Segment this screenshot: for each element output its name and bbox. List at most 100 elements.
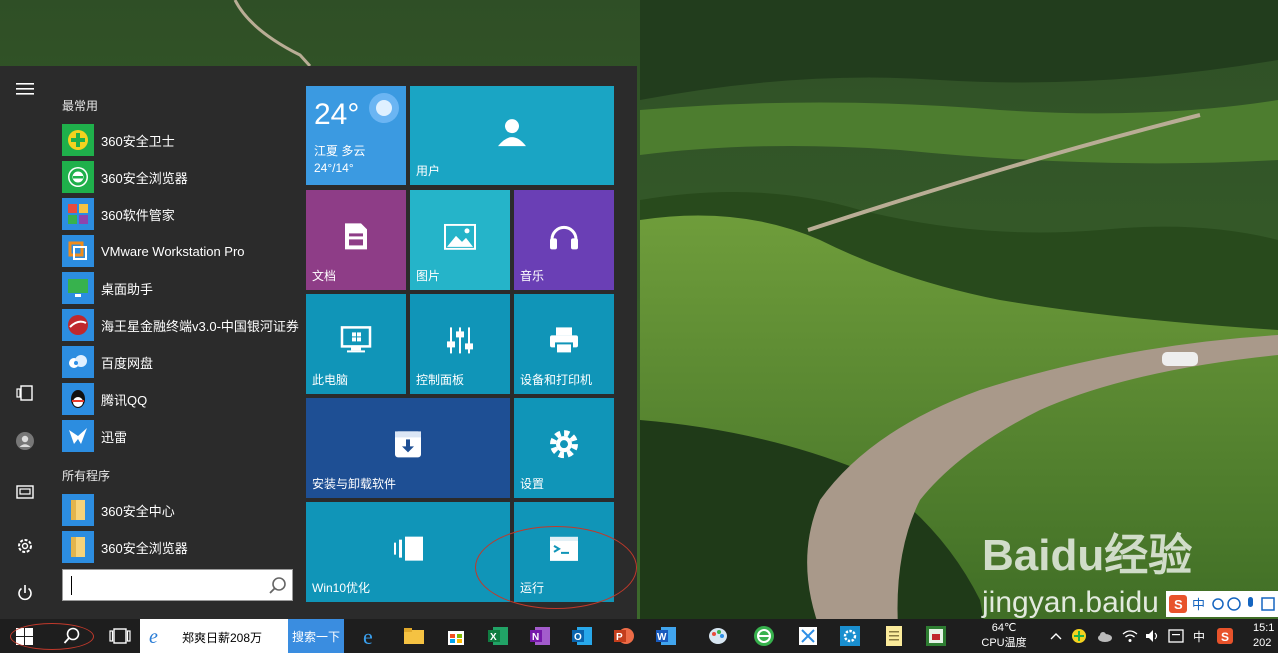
weather-range: 24°/14° <box>314 161 354 175</box>
all-programs-heading: 所有程序 <box>62 469 111 483</box>
file-explorer-icon[interactable] <box>398 619 430 653</box>
neptune-finance-icon <box>62 309 94 341</box>
settings-icon[interactable] <box>10 531 40 561</box>
windows-logo-icon[interactable] <box>8 619 40 653</box>
devices-printers-tile[interactable]: 设备和打印机 <box>514 294 614 394</box>
text-caret <box>71 576 72 595</box>
music-tile[interactable]: 音乐 <box>514 190 614 290</box>
control-panel-tile[interactable]: 控制面板 <box>410 294 510 394</box>
search-go-button[interactable]: 搜索一下 <box>288 619 344 653</box>
notepad-icon[interactable] <box>878 619 910 653</box>
svg-text:e: e <box>363 625 373 647</box>
sliders-icon <box>447 327 473 354</box>
app-item-360-browser[interactable]: 360安全浏览器 <box>62 160 296 194</box>
360-browser-icon <box>62 161 94 193</box>
photo-app-icon[interactable] <box>920 619 952 653</box>
win10-optimize-tile[interactable]: Win10优化 <box>306 502 510 602</box>
vmware-icon <box>62 235 94 267</box>
thunder-bird-icon <box>62 420 94 452</box>
volume-icon[interactable] <box>1143 619 1163 653</box>
svg-text:N: N <box>532 632 539 643</box>
wifi-icon[interactable] <box>1120 619 1140 653</box>
svg-text:S: S <box>1221 630 1229 644</box>
settings-tile[interactable]: 设置 <box>514 398 614 498</box>
document-icon <box>345 223 367 250</box>
svg-text:jingyan.baidu: jingyan.baidu <box>981 586 1159 619</box>
app-item-360-software-manager[interactable]: 360软件管家 <box>62 197 296 231</box>
ime-indicator[interactable]: 中 <box>1189 619 1209 653</box>
gear-icon <box>550 430 578 459</box>
folder-icon <box>62 494 94 526</box>
app-item-360-browser-folder[interactable]: 360安全浏览器 <box>62 530 296 564</box>
svg-text:S: S <box>1174 597 1183 612</box>
svg-text:Baidu经验: Baidu经验 <box>982 531 1192 580</box>
documents-icon[interactable] <box>10 477 40 507</box>
start-search-input[interactable] <box>62 569 293 601</box>
monitor-icon <box>340 326 372 353</box>
run-tile[interactable]: 运行 <box>514 502 614 602</box>
paint-icon[interactable] <box>702 619 734 653</box>
cloud-tray-icon[interactable] <box>1095 619 1115 653</box>
terminal-icon <box>550 536 578 561</box>
svg-text:中: 中 <box>1192 598 1205 613</box>
cpu-temperature: 64℃ CPU温度 <box>981 622 1027 649</box>
word-icon[interactable]: W <box>650 619 682 653</box>
magnifier-icon[interactable] <box>268 576 288 596</box>
action-center-icon[interactable] <box>1166 619 1186 653</box>
app-item-360-security-center[interactable]: 360安全中心 <box>62 493 296 527</box>
outlook-icon[interactable]: O <box>566 619 598 653</box>
360-tray-icon[interactable] <box>1069 619 1089 653</box>
taskbar: e 郑爽日薪208万 搜索一下 e X N O P W 64℃ CPU温度 中 … <box>0 619 1278 653</box>
optimize-icon <box>394 536 423 561</box>
powerpoint-icon[interactable]: P <box>608 619 640 653</box>
app-item-360-safe-guard[interactable]: 360安全卫士 <box>62 123 296 157</box>
control-panel-icon[interactable] <box>834 619 866 653</box>
chevron-up-icon[interactable] <box>1047 619 1065 653</box>
power-icon[interactable] <box>10 578 40 608</box>
app-item-neptune-finance[interactable]: 海王星金融终端v3.0-中国银河证券 <box>62 308 299 342</box>
sogou-s-icon[interactable]: S <box>1214 619 1236 653</box>
ime-toolbar[interactable]: S 中 <box>1166 591 1278 617</box>
360-safe-guard-icon <box>62 124 94 156</box>
headphones-icon <box>550 225 578 250</box>
sun-icon <box>369 93 399 123</box>
app-item-thunder[interactable]: 迅雷 <box>62 419 296 453</box>
qq-penguin-icon <box>62 383 94 415</box>
start-menu: 最常用 360安全卫士 360安全浏览器 360软件管家 VMware Work… <box>0 66 637 619</box>
box-download-icon <box>395 431 421 458</box>
weather-temperature: 24° <box>314 98 360 131</box>
start-menu-rail <box>0 66 50 619</box>
system-clock[interactable]: 15:1 202 <box>1253 621 1274 651</box>
pictures-tile[interactable]: 图片 <box>410 190 510 290</box>
360-software-manager-icon <box>62 198 94 230</box>
svg-text:P: P <box>616 632 623 643</box>
edge-icon[interactable]: e <box>356 619 388 653</box>
ie-icon: e <box>149 626 158 646</box>
app-item-desktop-assistant[interactable]: 桌面助手 <box>62 271 296 305</box>
browser-search-box[interactable]: e 郑爽日薪208万 <box>140 619 288 653</box>
user-tile[interactable]: 用户 <box>410 86 614 185</box>
store-icon[interactable] <box>440 619 472 653</box>
weather-tile[interactable]: 24° 江夏 多云 24°/14° <box>306 86 406 185</box>
desktop-assistant-icon <box>62 272 94 304</box>
onenote-icon[interactable]: N <box>524 619 556 653</box>
360-browser-icon[interactable] <box>748 619 780 653</box>
snip-tool-icon[interactable] <box>792 619 824 653</box>
user-account-icon[interactable] <box>10 426 40 456</box>
browser-search-text: 郑爽日薪208万 <box>182 631 263 645</box>
tablet-mode-icon[interactable] <box>10 378 40 408</box>
app-item-baidu-netdisk[interactable]: 百度网盘 <box>62 345 296 379</box>
search-icon[interactable] <box>56 619 88 653</box>
documents-tile[interactable]: 文档 <box>306 190 406 290</box>
svg-text:O: O <box>574 632 582 643</box>
most-used-heading: 最常用 <box>62 99 99 113</box>
picture-icon <box>444 223 476 250</box>
this-pc-tile[interactable]: 此电脑 <box>306 294 406 394</box>
hamburger-icon[interactable] <box>10 74 40 104</box>
printer-icon <box>550 327 578 355</box>
task-view-icon[interactable] <box>104 619 136 653</box>
excel-icon[interactable]: X <box>482 619 514 653</box>
install-uninstall-tile[interactable]: 安装与卸载软件 <box>306 398 510 498</box>
app-item-vmware[interactable]: VMware Workstation Pro <box>62 234 296 268</box>
app-item-qq[interactable]: 腾讯QQ <box>62 382 296 416</box>
